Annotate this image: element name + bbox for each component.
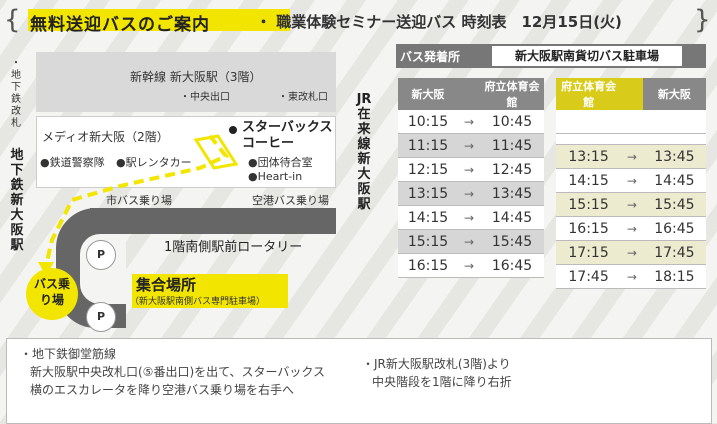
page-title: 無料送迎バスのご案内	[30, 15, 210, 35]
table-row: 14:15 → 14:45	[556, 168, 706, 193]
subway-direction-3: 横のエスカレータを降り空港バス乗り場を右手へ	[30, 383, 295, 397]
table-row: 15:15 → 15:45	[556, 192, 706, 217]
table-header-row: 府立体育会館 新大阪	[556, 78, 706, 110]
table-row: 17:45 → 18:15	[556, 264, 706, 289]
timetable-outbound: 新大阪 府立体育会館 10:15 → 10:45 11:15 → 11:45 12:15…	[398, 78, 544, 278]
table-row	[556, 133, 706, 145]
jr-direction-1: ・JR新大阪駅改札(3階)より	[362, 357, 511, 371]
bus-stop-label: バス乗り場	[33, 277, 70, 307]
table-row: 14:15 → 14:45	[398, 205, 544, 230]
timetable-return: 府立体育会館 新大阪 13:15 → 13:45 14:15 → 14:45 15:15…	[556, 78, 706, 289]
bus-stop-header-label: バス発着所	[400, 50, 461, 64]
table-row: 16:15 → 16:45	[398, 253, 544, 278]
table-row: 10:15 → 10:45	[398, 110, 544, 134]
table-row: 16:15 → 16:45	[556, 216, 706, 241]
table-row: 11:15 → 11:45	[398, 133, 544, 158]
page-subtitle: ・ 職業体験セミナー送迎バス 時刻表 12月15日(火)	[256, 13, 622, 31]
col-arrow	[621, 78, 643, 110]
map-area: ・地下鉄改札 地下鉄 新大阪駅 新幹線 新大阪駅（3階） ・中央出口 ・東改札口…	[0, 40, 392, 336]
col-arrow	[458, 78, 480, 110]
col-from: 新大阪	[398, 78, 458, 110]
subway-direction-2: 新大阪駅中央改札口(⑤番出口)を出て、スターバックス	[30, 365, 326, 379]
table-header-row: 新大阪 府立体育会館	[398, 78, 544, 110]
meeting-point-label: 集合場所	[136, 276, 197, 294]
bus-stop-name-box: 新大阪駅南貨切バス駐車場	[492, 46, 682, 66]
subway-direction-1: ・地下鉄御堂筋線	[20, 347, 117, 361]
header-bracket-left: {	[4, 5, 21, 35]
meeting-point-sub: （新大阪駅南側バス専門駐車場）	[130, 297, 266, 307]
table-row: 13:15 → 13:45	[398, 181, 544, 206]
header-bracket-right: }	[694, 5, 711, 35]
table-row	[556, 110, 706, 134]
jr-direction-2: 中央階段を1階に降り右折	[372, 375, 512, 389]
table-row: 15:15 → 15:45	[398, 229, 544, 254]
col-to: 府立体育会館	[480, 78, 544, 110]
col-from: 府立体育会館	[556, 78, 622, 110]
jr-station-label: JR在来線 新大阪駅	[356, 92, 372, 212]
route-line	[44, 134, 230, 267]
col-to: 新大阪	[642, 78, 706, 110]
table-row: 17:15 → 17:45	[556, 240, 706, 265]
table-row: 12:15 → 12:45	[398, 157, 544, 182]
bus-stop-name: 新大阪駅南貨切バス駐車場	[514, 49, 659, 63]
table-row: 13:15 → 13:45	[556, 144, 706, 169]
